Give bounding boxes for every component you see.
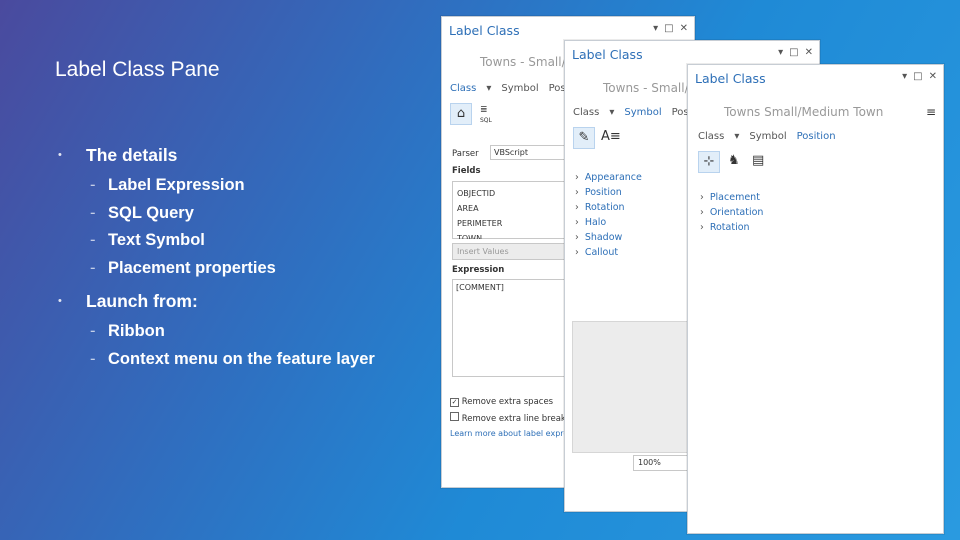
pane1-tabs: Class ▾ Symbol Pos (450, 83, 566, 94)
pane-title: Label Class (572, 47, 643, 62)
caret-icon[interactable]: ▾ (609, 107, 614, 118)
tab-class[interactable]: Class (698, 131, 724, 142)
placement-icon[interactable]: ⊹ (698, 151, 720, 173)
sub-item-placement-properties: - Placement properties (90, 258, 276, 277)
restore-icon[interactable]: □ (789, 47, 798, 58)
checkbox-icon[interactable] (450, 412, 459, 421)
sub-item-text-symbol: - Text Symbol (90, 231, 205, 249)
prop-rotation[interactable]: Rotation (700, 220, 763, 235)
tab-symbol[interactable]: Symbol (501, 83, 538, 94)
slide-title: Label Class Pane (55, 58, 220, 81)
window-controls: ▾ □ ✕ (653, 23, 688, 34)
prop-orientation[interactable]: Orientation (700, 205, 764, 220)
pane2-tabs: Class ▾ Symbol Pos (573, 107, 689, 118)
learn-more-link[interactable]: Learn more about label expre (450, 429, 568, 438)
caret-icon[interactable]: ▾ (486, 83, 491, 94)
remove-breaks-option[interactable]: Remove extra line breaks (450, 412, 570, 424)
prop-shadow[interactable]: Shadow (575, 230, 642, 245)
tab-symbol[interactable]: Symbol (749, 131, 786, 142)
pane3-tabs: Class ▾ Symbol Position (698, 131, 836, 142)
fields-label: Fields (452, 166, 481, 176)
tab-symbol[interactable]: Symbol (624, 107, 661, 118)
fields-items: OBJECTID AREA PERIMETER TOWN (457, 186, 502, 239)
layer-selector[interactable]: Towns - Small/ (603, 81, 689, 95)
tab-position[interactable]: Position (797, 131, 836, 142)
prop-appearance[interactable]: Appearance (575, 170, 642, 185)
field-item[interactable]: TOWN (457, 231, 502, 239)
chevron-down-icon[interactable]: ▾ (653, 23, 658, 34)
parser-label: Parser (452, 149, 479, 159)
pane-title: Label Class (449, 23, 520, 38)
class-icon[interactable]: ⌂ (450, 103, 472, 125)
sub-item-label-expression: - Label Expression (90, 176, 245, 194)
launch-sublist: - Ribbon - Context menu on the feature lay… (58, 318, 375, 373)
window-controls: ▾ □ ✕ (778, 47, 813, 58)
sub-item-context-menu: - Context menu on the feature layer (90, 349, 375, 368)
close-icon[interactable]: ✕ (929, 71, 937, 82)
prop-placement[interactable]: Placement (700, 190, 763, 205)
tab-class[interactable]: Class (450, 83, 476, 94)
bullet-list: • The details - Label Expression - SQL Quer… (58, 144, 375, 381)
close-icon[interactable]: ✕ (805, 47, 813, 58)
brush-icon[interactable]: ✎ (573, 127, 595, 149)
layer-selector[interactable]: Towns Small/Medium Town (724, 105, 883, 119)
chevron-down-icon[interactable]: ▾ (902, 71, 907, 82)
restore-icon[interactable]: □ (913, 71, 922, 82)
checkbox-checked-icon[interactable]: ✓ (450, 398, 459, 407)
menu-icon[interactable]: ≡ (926, 105, 936, 119)
close-icon[interactable]: ✕ (680, 23, 688, 34)
chevron-down-icon[interactable]: ▾ (778, 47, 783, 58)
prop-callout[interactable]: Callout (575, 245, 642, 260)
pane-title: Label Class (695, 71, 766, 86)
sub-item-ribbon: - Ribbon (90, 322, 165, 340)
insert-values-dropdown[interactable]: Insert Values (452, 243, 572, 260)
window-controls: ▾ □ ✕ (902, 71, 937, 82)
tab-class[interactable]: Class (573, 107, 599, 118)
bullet-details: • The details (58, 145, 178, 165)
prop-halo[interactable]: Halo (575, 215, 642, 230)
sql-icon[interactable]: ≣ SQL (480, 105, 492, 125)
bullet-launch-text: Launch from: (86, 291, 198, 311)
symbol-properties: Appearance Position Rotation Halo Shadow… (575, 170, 642, 260)
field-item[interactable]: AREA (457, 201, 502, 216)
prop-position[interactable]: Position (575, 185, 642, 200)
details-sublist: - Label Expression - SQL Query - Text Symbo… (58, 172, 375, 282)
expression-label: Expression (452, 265, 505, 275)
bullet-details-text: The details (86, 145, 178, 165)
field-item[interactable]: PERIMETER (457, 216, 502, 231)
preview-area (572, 321, 694, 453)
bullet-launch-from: • Launch from: (58, 291, 198, 311)
position-properties: Placement Orientation Rotation (700, 190, 764, 235)
sub-item-sql-query: - SQL Query (90, 203, 194, 222)
layer-selector[interactable]: Towns - Small/ (480, 55, 566, 69)
field-item[interactable]: OBJECTID (457, 186, 502, 201)
chess-icon[interactable]: ♞ (728, 153, 740, 168)
expression-editor[interactable]: [COMMENT] (452, 279, 574, 377)
text-symbol-icon[interactable]: A≡ (601, 129, 621, 144)
caret-icon[interactable]: ▾ (734, 131, 739, 142)
parser-dropdown[interactable]: VBScript (490, 145, 571, 160)
text-box-icon[interactable]: ▤ (752, 153, 764, 168)
label-class-pane-position: Label Class ▾ □ ✕ Towns Small/Medium Tow… (687, 64, 944, 534)
prop-rotation[interactable]: Rotation (575, 200, 642, 215)
remove-spaces-option[interactable]: ✓ Remove extra spaces (450, 397, 553, 407)
zoom-dropdown[interactable]: 100% (633, 455, 689, 471)
restore-icon[interactable]: □ (664, 23, 673, 34)
